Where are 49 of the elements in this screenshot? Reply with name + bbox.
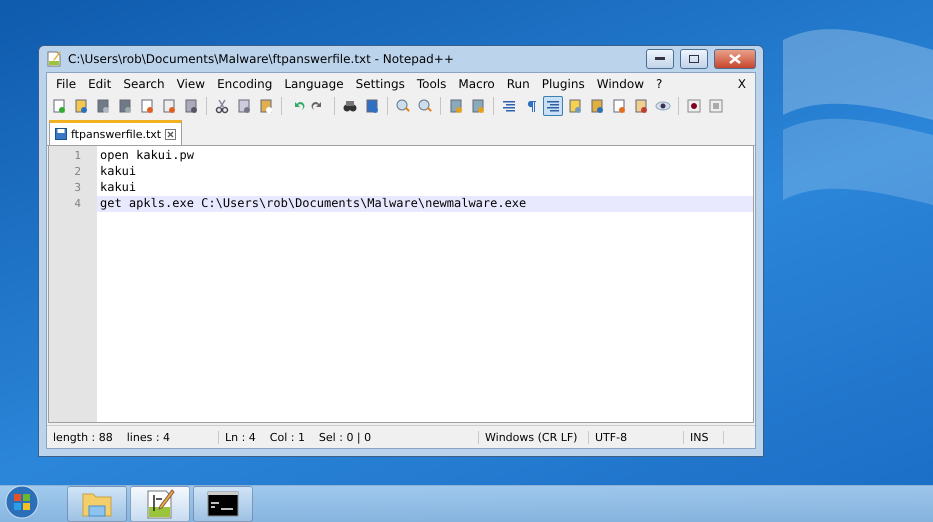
menu-item[interactable]: Tools — [410, 76, 452, 90]
line-number: 4 — [73, 196, 82, 212]
close-icon — [729, 54, 741, 64]
menu-item[interactable]: Window — [590, 76, 650, 90]
line-number: 2 — [73, 164, 82, 180]
menu-item[interactable]: View — [170, 76, 212, 90]
status-text: Windows (CR LF) — [479, 430, 589, 444]
menu-item[interactable]: File — [50, 76, 82, 90]
editor-area[interactable]: 1 2 3 4 open kakui.pw kakui kakui get apkls.exe C:\Users\rob\Documents\Malware\newmalware.exe — [48, 146, 754, 423]
code-line: kakui — [99, 164, 138, 180]
stop-icon — [708, 98, 724, 114]
menu-item[interactable]: Settings — [350, 76, 411, 90]
status-text: INS — [684, 430, 724, 444]
menu-item[interactable]: ? — [650, 76, 668, 90]
status-text: length : 88 lines : 4 — [47, 430, 219, 444]
menu-item[interactable]: Encoding — [211, 76, 278, 90]
menu-item[interactable]: Language — [278, 76, 350, 90]
file-tab[interactable]: ftpanswerfile.txt — [49, 120, 182, 145]
minimize-icon — [655, 57, 665, 61]
status-text: UTF-8 — [589, 430, 684, 444]
zoom-out-icon — [417, 98, 433, 114]
code-line: kakui — [99, 180, 138, 196]
menu-item[interactable]: Run — [500, 76, 536, 90]
line-number: 3 — [73, 180, 82, 196]
record-icon — [686, 98, 702, 114]
menu-item[interactable]: Edit — [82, 76, 118, 90]
taskbar-button[interactable] — [193, 486, 253, 522]
tab-label: ftpanswerfile.txt — [71, 128, 162, 140]
close-icon[interactable] — [165, 128, 176, 140]
binoculars-icon — [342, 98, 358, 114]
word-wrap-icon — [501, 98, 517, 114]
toolbar-button[interactable] — [543, 96, 563, 116]
close-button[interactable] — [714, 49, 756, 69]
maximize-button[interactable] — [680, 49, 708, 69]
window-title: C:\Users\rob\Documents\Malware\ftpanswerfile.txt - Notepad++ — [68, 52, 455, 66]
close-document-button[interactable]: X — [732, 76, 752, 90]
maximize-icon — [689, 55, 699, 63]
minimize-button[interactable] — [646, 49, 674, 69]
line-number: 1 — [73, 148, 82, 164]
menu-item[interactable]: Search — [117, 76, 171, 90]
console-icon — [207, 491, 239, 517]
zoom-in-icon — [395, 98, 411, 114]
status-text: Ln : 4 Col : 1 Sel : 0 | 0 — [219, 430, 479, 444]
scissors-icon — [214, 98, 230, 114]
notepad-icon — [46, 51, 62, 67]
menu-item[interactable]: Macro — [452, 76, 501, 90]
code-line: open kakui.pw — [99, 148, 195, 164]
menu-item[interactable]: Plugins — [536, 76, 591, 90]
indent-guide-icon — [545, 98, 561, 114]
